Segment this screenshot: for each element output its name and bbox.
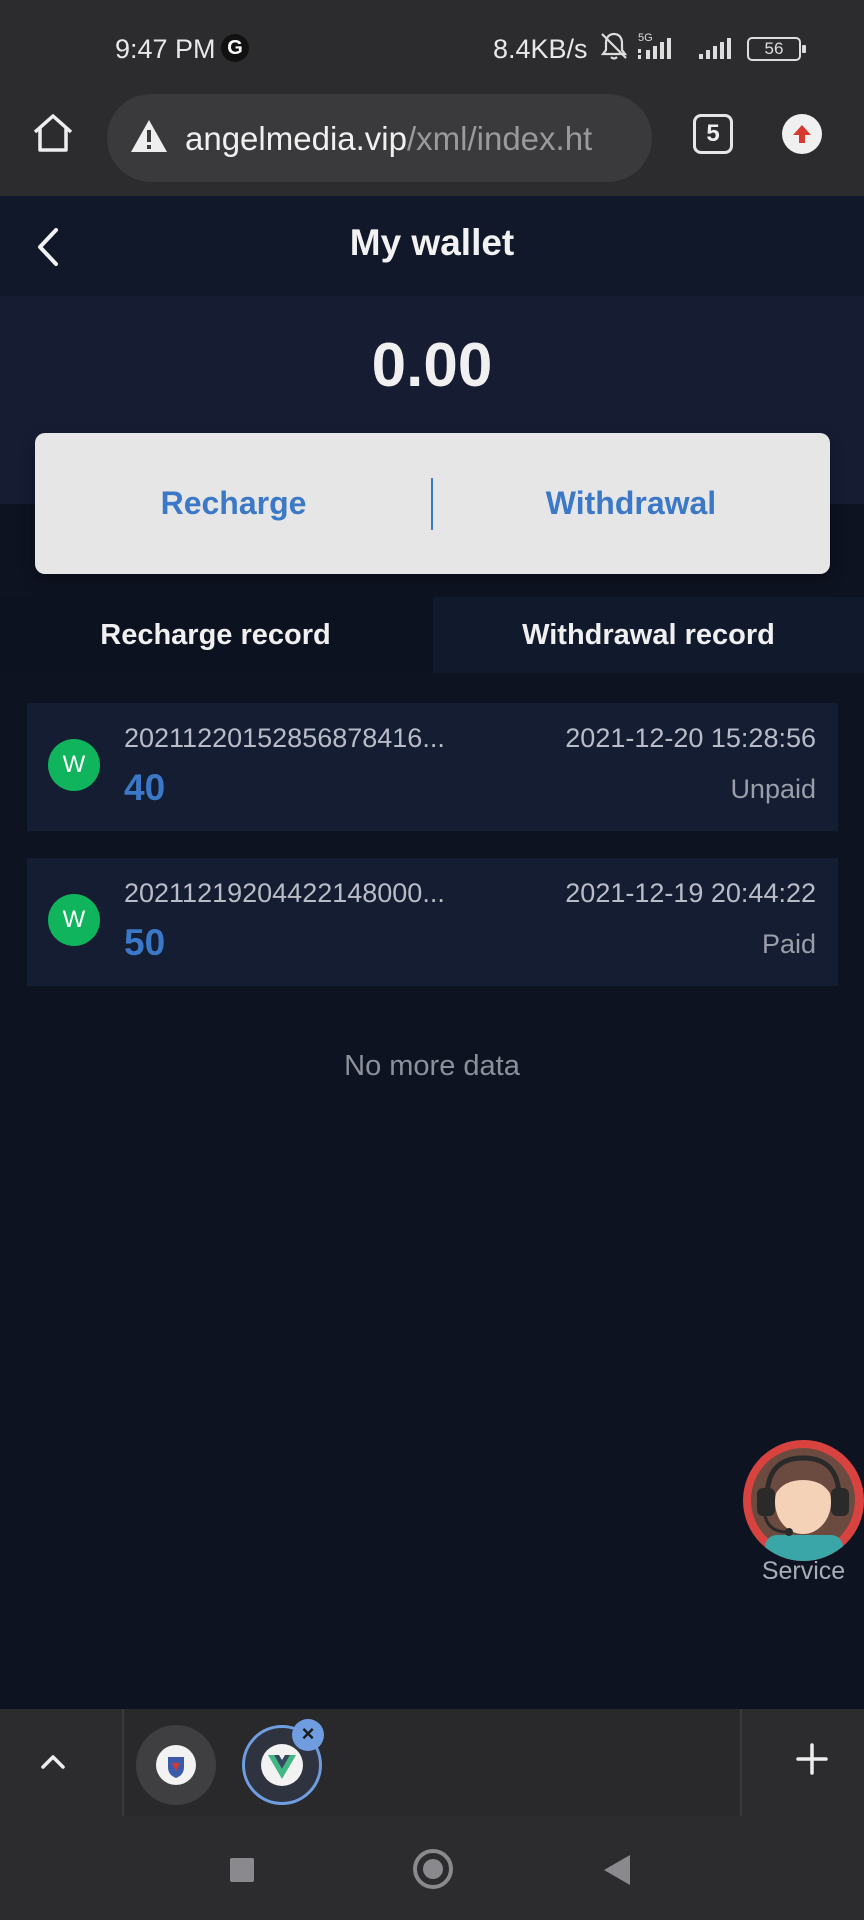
tab-withdrawal-record[interactable]: Withdrawal record	[433, 597, 864, 673]
close-tab-icon[interactable]: ×	[292, 1719, 324, 1751]
url-path: /xml/index.ht	[406, 120, 593, 157]
record-avatar: W	[48, 894, 100, 946]
page-header: My wallet	[0, 196, 864, 296]
tab-thumbnail[interactable]	[136, 1725, 216, 1805]
site-favicon-icon	[156, 1745, 196, 1785]
record-amount: 40	[124, 767, 166, 808]
home-icon[interactable]	[30, 110, 76, 156]
record-tabs: Recharge record Withdrawal record	[0, 597, 864, 673]
customer-service-button[interactable]: Service	[743, 1440, 864, 1590]
recents-icon[interactable]	[230, 1858, 254, 1882]
new-tab-plus-icon[interactable]	[790, 1737, 834, 1781]
record-item[interactable]: W 20211219204422148000... 50 2021-12-19 …	[27, 858, 838, 986]
tab-recharge-record[interactable]: Recharge record	[0, 597, 431, 673]
signal-5g-icon: 5G	[638, 32, 671, 59]
upload-arrow-icon	[793, 125, 811, 143]
service-agent-icon	[743, 1440, 864, 1561]
record-id: 20211220152856878416...	[124, 723, 445, 753]
status-bar: 9:47 PM G 8.4KB/s 5G 56	[0, 0, 864, 86]
tab-switcher-button[interactable]: 5	[693, 114, 733, 154]
battery-icon: 56	[747, 37, 806, 61]
home-circle-icon[interactable]	[413, 1849, 453, 1889]
status-time: 9:47 PM	[115, 34, 216, 64]
wallet-actions-card: Recharge Withdrawal	[35, 433, 830, 574]
record-status: Paid	[761, 929, 816, 959]
chevron-up-icon[interactable]	[30, 1739, 76, 1785]
wallet-balance: 0.00	[371, 331, 493, 400]
record-date: 2021-12-20 15:28:56	[565, 723, 816, 753]
url-domain: angelmedia.vip	[185, 120, 407, 157]
update-button[interactable]	[782, 114, 822, 154]
muted-bell-icon	[600, 32, 628, 60]
record-avatar: W	[48, 739, 100, 791]
network-type-label: 5G	[638, 32, 653, 44]
signal-icon	[699, 38, 731, 59]
record-id: 20211219204422148000...	[124, 878, 445, 908]
record-item[interactable]: W 20211220152856878416... 40 2021-12-20 …	[27, 703, 838, 831]
service-label: Service	[761, 1557, 846, 1585]
withdrawal-button[interactable]: Withdrawal	[432, 433, 830, 574]
network-speed: 8.4KB/s	[493, 34, 588, 64]
no-more-data: No more data	[344, 1050, 520, 1082]
address-bar[interactable]: angelmedia.vip/xml/index.ht	[107, 94, 652, 182]
recharge-button[interactable]: Recharge	[35, 433, 432, 574]
back-triangle-icon[interactable]	[604, 1855, 630, 1885]
warning-icon[interactable]	[129, 118, 169, 154]
page-title: My wallet	[349, 222, 515, 263]
record-status: Unpaid	[730, 774, 816, 804]
vue-favicon-icon	[261, 1744, 303, 1786]
browser-tab-strip	[0, 1709, 864, 1816]
record-amount: 50	[124, 922, 166, 963]
record-date: 2021-12-19 20:44:22	[565, 878, 816, 908]
url-text[interactable]: angelmedia.vip/xml/index.ht	[185, 120, 640, 158]
google-badge-icon: G	[221, 34, 249, 62]
browser-toolbar: angelmedia.vip/xml/index.ht 5	[0, 86, 864, 196]
